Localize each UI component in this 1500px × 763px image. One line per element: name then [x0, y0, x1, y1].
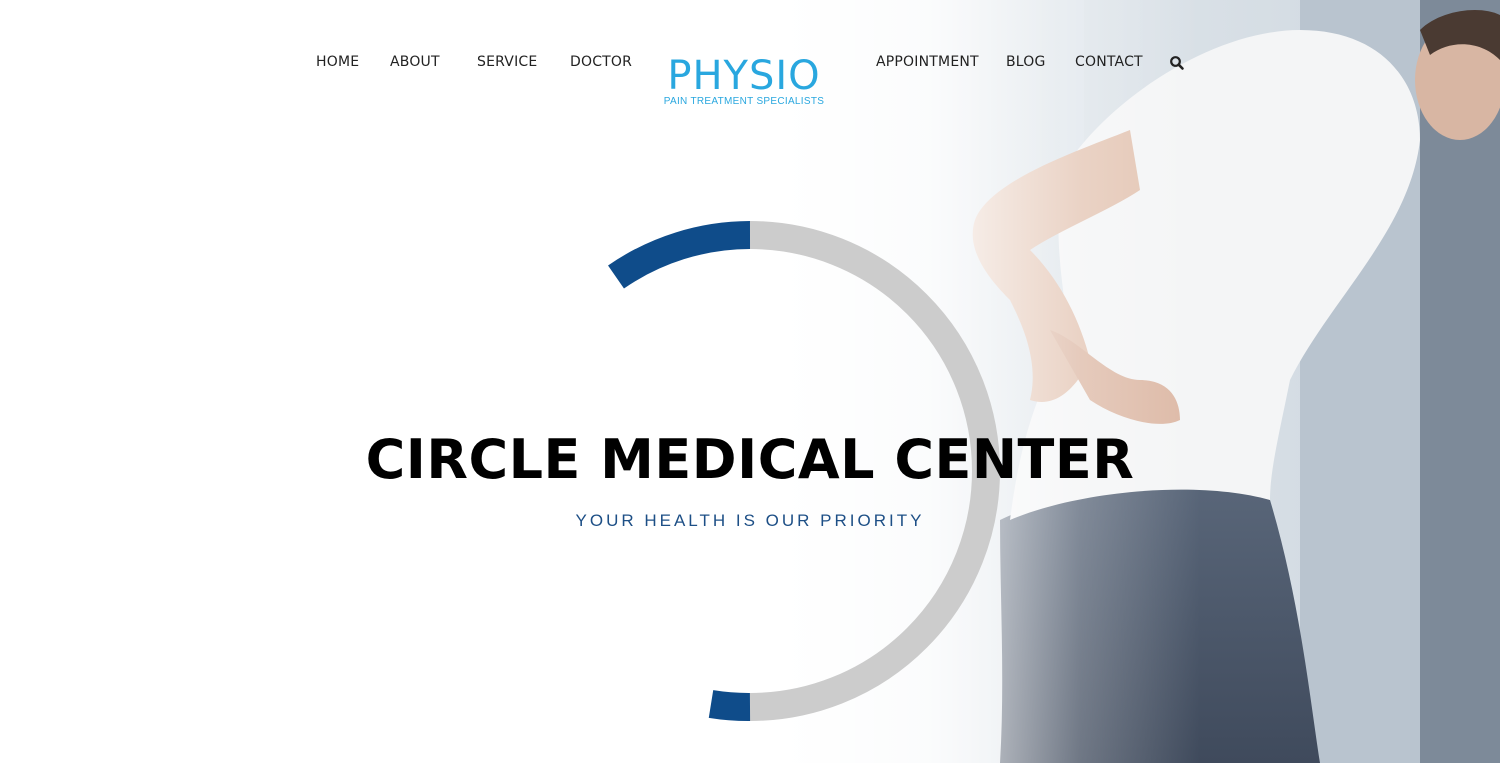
nav-home[interactable]: HOME — [316, 54, 359, 70]
search-button[interactable] — [1168, 54, 1186, 72]
nav-service[interactable]: SERVICE — [477, 54, 537, 70]
logo-title: PHYSIO — [667, 53, 821, 99]
ring-accent-arc-top — [608, 221, 751, 289]
nav-appointment[interactable]: APPOINTMENT — [876, 54, 979, 70]
ring-accent-arc-bottom — [708, 690, 751, 721]
search-icon — [1170, 56, 1184, 70]
site-logo[interactable]: PHYSIO PAIN TREATMENT SPECIALISTS — [656, 54, 832, 107]
hero-title: CIRCLE MEDICAL CENTER — [365, 428, 1135, 491]
nav-contact[interactable]: CONTACT — [1075, 54, 1143, 70]
nav-about[interactable]: ABOUT — [390, 54, 440, 70]
nav-doctor[interactable]: DOCTOR — [570, 54, 632, 70]
nav-blog[interactable]: BLOG — [1006, 54, 1046, 70]
logo-tagline: PAIN TREATMENT SPECIALISTS — [663, 96, 825, 107]
decorative-ring — [608, 221, 1000, 721]
hero-subtitle: YOUR HEALTH IS OUR PRIORITY — [575, 511, 925, 530]
